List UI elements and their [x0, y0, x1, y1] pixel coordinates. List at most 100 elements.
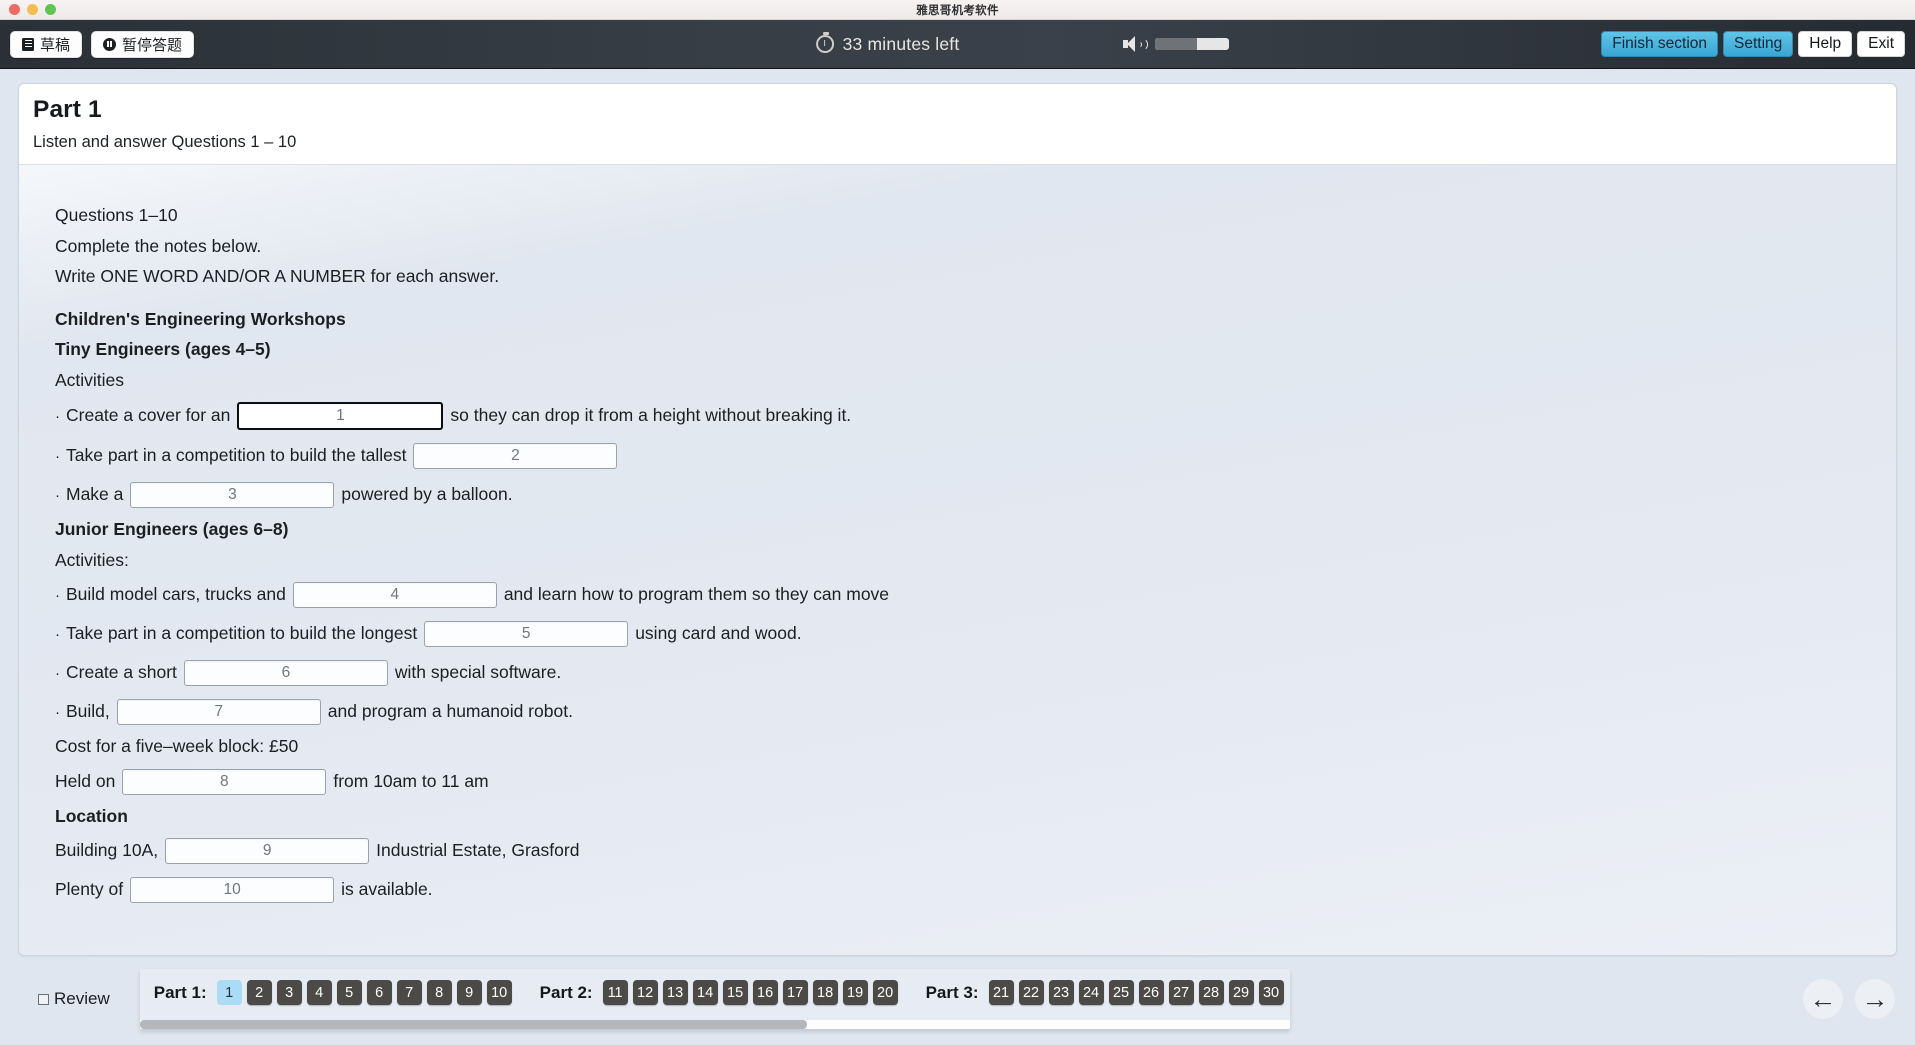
pause-button-label: 暂停答题	[122, 36, 183, 54]
question-button-25[interactable]: 25	[1108, 980, 1134, 1005]
exit-button[interactable]: Exit	[1857, 31, 1905, 57]
volume-control[interactable]	[1122, 35, 1229, 53]
answer-input-1[interactable]: 1	[237, 402, 444, 430]
minimize-window-icon[interactable]	[27, 4, 38, 15]
question-button-5[interactable]: 5	[336, 980, 362, 1005]
question-10-text-before: Plenty of	[55, 879, 124, 900]
maximize-window-icon[interactable]	[45, 4, 56, 15]
question-button-29[interactable]: 29	[1228, 980, 1254, 1005]
answer-input-8[interactable]: 8	[122, 768, 327, 795]
question-button-6[interactable]: 6	[366, 980, 392, 1005]
question-button-1[interactable]: 1	[216, 980, 242, 1005]
question-2-text-before: Take part in a competition to build the …	[66, 445, 407, 466]
draft-button[interactable]: 草稿	[10, 30, 83, 58]
setting-button[interactable]: Setting	[1723, 31, 1794, 57]
question-1-text-before: Create a cover for an	[66, 405, 231, 426]
tiny-activities-label: Activities	[55, 369, 125, 390]
previous-question-button[interactable]: ←	[1803, 979, 1843, 1019]
volume-slider-fill	[1154, 38, 1198, 50]
timer: 33 minutes left	[815, 32, 960, 55]
question-navigator-scrollbar[interactable]	[139, 1020, 1290, 1029]
question-button-12[interactable]: 12	[632, 980, 658, 1005]
speaker-icon[interactable]	[1122, 35, 1148, 53]
question-button-15[interactable]: 15	[722, 980, 748, 1005]
pause-icon	[103, 37, 117, 51]
window-title-bar: 雅思哥机考软件	[0, 0, 1915, 20]
answer-input-2[interactable]: 2	[413, 443, 618, 469]
part-subtitle: Listen and answer Questions 1 – 10	[33, 133, 297, 151]
finish-section-button[interactable]: Finish section	[1601, 31, 1718, 57]
question-button-22[interactable]: 22	[1018, 980, 1044, 1005]
answer-input-9[interactable]: 9	[165, 838, 370, 864]
question-button-9[interactable]: 9	[456, 980, 482, 1005]
bullet-icon: ·	[55, 664, 60, 682]
question-navigator-strip: Part 1: 1 2 3 4 5 6 7 8 9 10 Part 2: 11 12 13 14 15 16 17 1…	[140, 969, 1290, 1016]
bullet-icon: ·	[55, 586, 60, 604]
question-button-27[interactable]: 27	[1168, 980, 1194, 1005]
question-button-14[interactable]: 14	[692, 980, 718, 1005]
review-checkbox-label: Review	[54, 989, 110, 1008]
review-checkbox-box[interactable]	[38, 993, 49, 1005]
pause-button[interactable]: 暂停答题	[91, 30, 195, 58]
question-7-text-after: and program a humanoid robot.	[327, 701, 573, 722]
main-stage: Part 1 Listen and answer Questions 1 – 1…	[0, 69, 1915, 1045]
help-button[interactable]: Help	[1798, 31, 1853, 57]
question-button-17[interactable]: 17	[782, 980, 808, 1005]
question-button-2[interactable]: 2	[246, 980, 272, 1005]
notes-heading: Children's Engineering Workshops	[55, 308, 346, 329]
window-title: 雅思哥机考软件	[916, 4, 999, 17]
question-1-row: · Create a cover for an 1 so they can dr…	[55, 402, 1896, 430]
volume-slider[interactable]	[1154, 38, 1229, 50]
question-button-24[interactable]: 24	[1078, 980, 1104, 1005]
question-button-11[interactable]: 11	[602, 980, 628, 1005]
next-question-button[interactable]: →	[1855, 979, 1895, 1019]
answer-input-3[interactable]: 3	[130, 482, 335, 508]
question-button-13[interactable]: 13	[662, 980, 688, 1005]
question-navigator[interactable]: Part 1: 1 2 3 4 5 6 7 8 9 10 Part 2: 11 12 13 14 15 16 17 1…	[139, 969, 1290, 1029]
answer-input-7[interactable]: 7	[116, 699, 321, 725]
stopwatch-icon	[815, 32, 834, 53]
location-heading: Location	[55, 805, 128, 826]
question-4-row: · Build model cars, trucks and 4 and lea…	[55, 582, 1896, 608]
question-button-10[interactable]: 10	[486, 980, 512, 1005]
draft-button-label: 草稿	[40, 36, 71, 54]
question-button-26[interactable]: 26	[1138, 980, 1164, 1005]
part-group-3: Part 3: 21 22 23 24 25 26 27 28 29 30	[926, 980, 1284, 1005]
part-group-1: Part 1: 1 2 3 4 5 6 7 8 9 10	[154, 980, 512, 1005]
part-label-3: Part 3:	[925, 982, 979, 1002]
question-1-text-after: so they can drop it from a height withou…	[450, 405, 852, 426]
bullet-icon: ·	[55, 407, 60, 425]
question-6-row: · Create a short 6 with special software…	[55, 660, 1896, 686]
question-body: Questions 1–10 Complete the notes below.…	[19, 165, 1896, 903]
question-button-7[interactable]: 7	[396, 980, 422, 1005]
question-3-row: · Make a 3 powered by a balloon.	[55, 482, 1896, 508]
toolbar-right-group: Finish section Setting Help Exit	[1601, 31, 1905, 57]
bullet-icon: ·	[55, 447, 60, 465]
instruction-line-2: Complete the notes below.	[55, 235, 262, 256]
question-button-19[interactable]: 19	[842, 980, 868, 1005]
arrow-left-icon: ←	[1809, 983, 1837, 1014]
question-button-30[interactable]: 30	[1258, 980, 1284, 1005]
question-5-text-before: Take part in a competition to build the …	[66, 623, 418, 644]
question-button-16[interactable]: 16	[752, 980, 778, 1005]
answer-input-4[interactable]: 4	[292, 582, 497, 608]
question-button-21[interactable]: 21	[988, 980, 1014, 1005]
answer-input-10[interactable]: 10	[130, 877, 335, 903]
scrollbar-thumb[interactable]	[139, 1020, 807, 1029]
question-button-28[interactable]: 28	[1198, 980, 1224, 1005]
question-button-20[interactable]: 20	[872, 980, 898, 1005]
question-button-23[interactable]: 23	[1048, 980, 1074, 1005]
bottom-navigation-bar: Review Part 1: 1 2 3 4 5 6 7 8 9 10 Part 2: 11 12 13 14…	[0, 953, 1915, 1045]
timer-text: 33 minutes left	[842, 33, 960, 54]
answer-input-5[interactable]: 5	[424, 621, 629, 647]
question-button-8[interactable]: 8	[426, 980, 452, 1005]
answer-input-6[interactable]: 6	[183, 660, 388, 686]
question-button-4[interactable]: 4	[306, 980, 332, 1005]
question-7-row: · Build, 7 and program a humanoid robot.	[55, 699, 1896, 725]
close-window-icon[interactable]	[9, 4, 20, 15]
question-button-3[interactable]: 3	[276, 980, 302, 1005]
question-10-row: Plenty of 10 is available.	[55, 877, 1896, 903]
question-button-18[interactable]: 18	[812, 980, 838, 1005]
note-icon	[22, 37, 34, 51]
review-checkbox[interactable]: Review	[38, 989, 110, 1009]
